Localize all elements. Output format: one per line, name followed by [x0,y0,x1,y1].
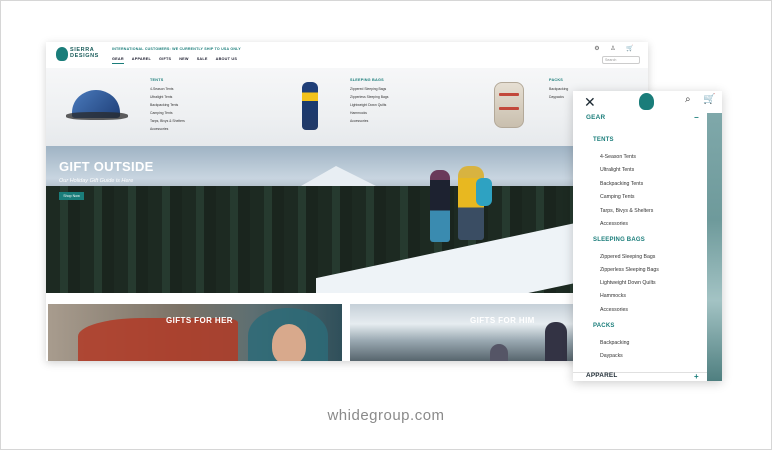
search-input[interactable]: Search [602,56,640,64]
menu-item[interactable]: Backpacking Tents [600,181,643,187]
menu-item[interactable]: Camping Tents [600,194,635,200]
tree-logo-icon[interactable] [639,93,654,110]
mega-col-sleeping-bags: SLEEPING BAGS Zippered Sleeping Bags Zip… [350,78,388,125]
gear-icon[interactable]: ⚙ [594,45,600,52]
sleeping-bag-image[interactable] [302,82,318,130]
account-icon[interactable]: ♙ [610,45,616,52]
nav-about-us[interactable]: ABOUT US [216,57,237,64]
mega-link[interactable]: Zippered Sleeping Bags [350,85,388,93]
desktop-screenshot: SIERRA DESIGNS INTERNATIONAL CUSTOMERS: … [46,42,648,361]
menu-item[interactable]: Hammocks [600,293,626,299]
hiker-figure [430,170,450,242]
mega-menu: TENTS 4-Season Tents Ultralight Tents Ba… [46,68,648,146]
expand-icon[interactable]: + [694,373,699,381]
mega-link[interactable]: Daypacks [549,93,568,101]
mega-col-packs: PACKS Backpacking Daypacks [549,78,568,101]
nav-gifts[interactable]: GIFTS [159,57,171,64]
menu-item[interactable]: Accessories [600,221,628,227]
menu-tents[interactable]: TENTS [593,137,614,143]
tree-logo-icon [56,47,68,61]
hero-subtitle: Our Holiday Gift Guide is Here [59,178,134,184]
collapse-icon[interactable]: − [694,114,699,122]
menu-item[interactable]: Backpacking [600,340,629,346]
mobile-screenshot: ✕ ⌕ 🛒 GEAR − TENTS 4-Season Tents Ultral… [573,91,722,381]
person-figure [490,344,508,361]
mega-link[interactable]: Backpacking Tents [150,101,185,109]
main-nav: GEAR APPAREL GIFTS NEW SALE ABOUT US [112,57,237,64]
hero-banner: GIFT OUTSIDE Our Holiday Gift Guide is H… [46,146,648,293]
cart-icon[interactable]: 🛒 [626,45,633,52]
mega-link[interactable]: Lightweight Down Quilts [350,101,388,109]
nav-new[interactable]: NEW [179,57,188,64]
search-icon[interactable]: ⌕ [685,94,691,105]
menu-item[interactable]: Zippered Sleeping Bags [600,254,655,260]
mega-heading-packs[interactable]: PACKS [549,78,568,82]
tent-image[interactable] [66,86,128,120]
person-face [272,324,306,361]
person-figure [545,322,567,361]
mega-col-tents: TENTS 4-Season Tents Ultralight Tents Ba… [150,78,185,133]
tile-title-her: GIFTS FOR HER [166,316,233,325]
mega-link[interactable]: Accessories [350,117,388,125]
menu-gear[interactable]: GEAR [586,114,605,121]
promo-banner: INTERNATIONAL CUSTOMERS: WE CURRENTLY SH… [112,47,241,51]
mega-link[interactable]: Camping Tents [150,109,185,117]
hero-title: GIFT OUTSIDE [59,159,154,174]
brand-logo[interactable]: SIERRA DESIGNS [56,47,98,63]
mobile-header: ✕ ⌕ 🛒 [573,91,722,113]
menu-item[interactable]: Accessories [600,307,628,313]
menu-item[interactable]: 4-Season Tents [600,154,636,160]
menu-item[interactable]: Zipperless Sleeping Bags [600,267,659,273]
menu-item[interactable]: Daypacks [600,353,623,359]
hiker-backpack [476,178,492,206]
mega-link[interactable]: Tarps, Bivys & Shelters [150,117,185,125]
background-strip [707,113,722,381]
close-icon[interactable]: ✕ [584,95,596,109]
cart-icon[interactable]: 🛒 [703,94,715,105]
menu-packs[interactable]: PACKS [593,323,615,329]
mega-link[interactable]: Hammocks [350,109,388,117]
mega-heading-sleeping-bags[interactable]: SLEEPING BAGS [350,78,388,82]
menu-item[interactable]: Ultralight Tents [600,167,634,173]
source-caption: whidegroup.com [327,407,445,424]
nav-apparel[interactable]: APPAREL [132,57,151,64]
gifts-for-her-tile[interactable]: GIFTS FOR HER [48,304,342,361]
backpack-image[interactable] [494,82,524,128]
menu-item[interactable]: Tarps, Bivys & Shelters [600,208,653,214]
nav-sale[interactable]: SALE [197,57,208,64]
menu-apparel[interactable]: APPAREL [586,372,617,379]
header-icons: ⚙ ♙ 🛒 [594,45,633,52]
mega-link[interactable]: Ultralight Tents [150,93,185,101]
nav-gear[interactable]: GEAR [112,57,124,64]
mega-link[interactable]: Zipperless Sleeping Bags [350,93,388,101]
mega-link[interactable]: 4-Season Tents [150,85,185,93]
menu-sleeping-bags[interactable]: SLEEPING BAGS [593,237,645,243]
mega-link[interactable]: Accessories [150,125,185,133]
brand-name: SIERRA DESIGNS [70,47,99,59]
mega-link[interactable]: Backpacking [549,85,568,93]
mega-heading-tents[interactable]: TENTS [150,78,185,82]
menu-item[interactable]: Lightweight Down Quilts [600,280,656,286]
site-header: SIERRA DESIGNS INTERNATIONAL CUSTOMERS: … [46,42,648,66]
shop-now-button[interactable]: Shop Now [59,192,84,200]
tile-title-him: GIFTS FOR HIM [470,316,535,325]
